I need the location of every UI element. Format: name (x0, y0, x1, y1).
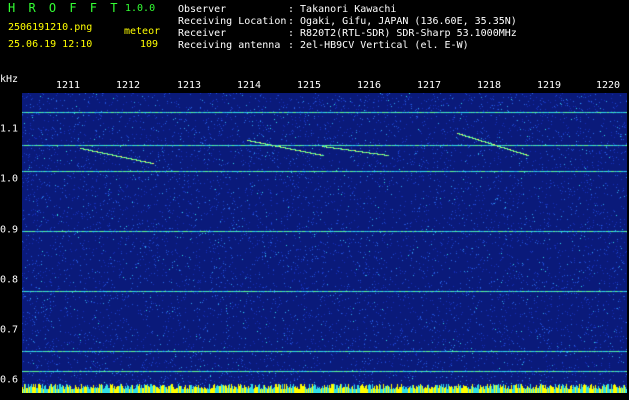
y-tick: 0.8 (0, 274, 19, 286)
x-tick: 1216 (356, 80, 382, 91)
x-tick: 1214 (236, 80, 262, 91)
location-label: Receiving Location (178, 16, 287, 27)
antenna-label: Receiving antenna (178, 40, 281, 51)
app-version: 1.0.0 (125, 3, 156, 14)
receiver-label: Receiver (178, 28, 227, 39)
x-tick: 1212 (115, 80, 141, 91)
y-tick: 1.0 (0, 173, 19, 185)
x-tick: 1220 (595, 80, 621, 91)
antenna-value: : 2el-HB9CV Vertical (el. E-W) (288, 40, 469, 51)
y-tick: 0.7 (0, 324, 19, 336)
x-tick: 1217 (416, 80, 442, 91)
y-tick: 0.6 (0, 374, 19, 386)
x-tick: 1211 (55, 80, 81, 91)
y-axis-unit: kHz (0, 74, 19, 85)
mode-label: meteor (124, 26, 161, 37)
receiver-value: : R820T2(RTL-SDR) SDR-Sharp 53.1000MHz (288, 28, 517, 39)
app-title: H R O F F T (8, 1, 121, 15)
x-tick: 1218 (476, 80, 502, 91)
y-tick: 0.9 (0, 224, 19, 236)
x-tick: 1213 (176, 80, 202, 91)
file-name: 2506191210.png (8, 22, 93, 33)
observer-label: Observer (178, 4, 227, 15)
location-value: : Ogaki, Gifu, JAPAN (136.60E, 35.35N) (288, 16, 517, 27)
timestamp: 25.06.19 12:10 (8, 39, 93, 50)
y-tick: 1.1 (0, 123, 19, 135)
meteor-count: 109 (140, 39, 159, 50)
x-tick: 1219 (536, 80, 562, 91)
spectrogram-plot (22, 93, 627, 393)
observer-value: : Takanori Kawachi (288, 4, 397, 15)
x-tick: 1215 (296, 80, 322, 91)
